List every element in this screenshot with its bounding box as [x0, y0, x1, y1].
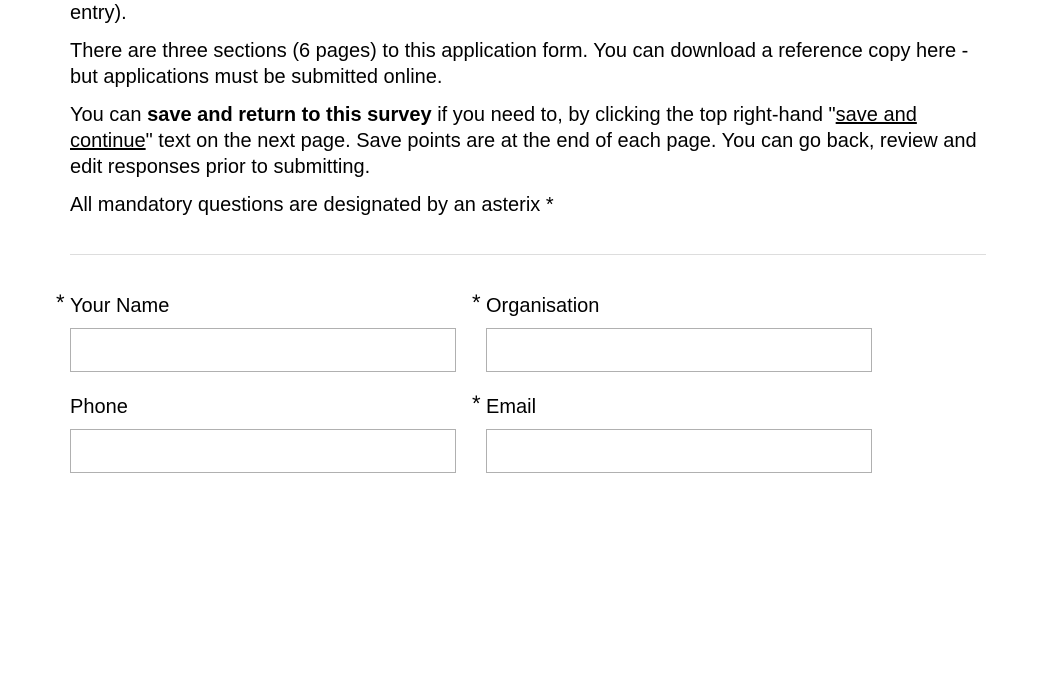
required-asterisk: *	[56, 290, 65, 316]
divider	[70, 254, 986, 255]
field-phone: Phone	[56, 396, 456, 473]
input-organisation[interactable]	[486, 328, 872, 372]
intro-p3: You can save and return to this survey i…	[70, 102, 986, 180]
input-your-name[interactable]	[70, 328, 456, 372]
form-grid: * Your Name * Organisation Phone * Email	[56, 295, 986, 473]
intro-p2: There are three sections (6 pages) to th…	[70, 38, 986, 90]
required-asterisk: *	[472, 290, 481, 316]
input-email[interactable]	[486, 429, 872, 473]
intro-p3-b: if you need to, by clicking the top righ…	[432, 104, 836, 126]
intro-p1: entry).	[70, 0, 986, 26]
intro-p3-a: You can	[70, 104, 147, 126]
intro-p3-bold: save and return to this survey	[147, 104, 432, 126]
label-email: Email	[486, 396, 872, 419]
required-asterisk: *	[472, 391, 481, 417]
label-phone: Phone	[70, 396, 456, 419]
field-your-name: * Your Name	[56, 295, 456, 372]
intro-text: entry). There are three sections (6 page…	[70, 0, 986, 218]
intro-p4: All mandatory questions are designated b…	[70, 192, 986, 218]
field-email: * Email	[472, 396, 872, 473]
intro-p3-c: " text on the next page. Save points are…	[70, 130, 977, 178]
label-organisation: Organisation	[486, 295, 872, 318]
label-your-name: Your Name	[70, 295, 456, 318]
field-organisation: * Organisation	[472, 295, 872, 372]
input-phone[interactable]	[70, 429, 456, 473]
